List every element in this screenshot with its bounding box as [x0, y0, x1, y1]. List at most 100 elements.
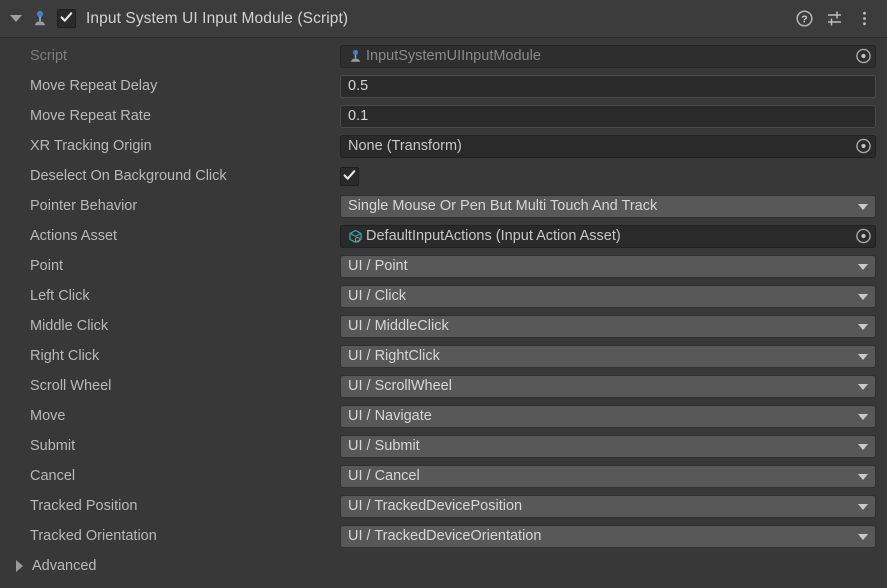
dropdown-left-click[interactable]: UI / Click	[340, 284, 876, 308]
chevron-down-icon[interactable]	[858, 534, 868, 540]
advanced-foldout-label: Advanced	[32, 558, 97, 574]
label-pointer-behavior: Pointer Behavior	[30, 198, 138, 214]
preset-sliders-icon[interactable]	[826, 10, 843, 27]
object-field-script: InputSystemUIInputModule	[340, 44, 876, 68]
dropdown-value-middle-click: UI / MiddleClick	[348, 318, 449, 334]
number-field-move-repeat-delay[interactable]: 0.5	[340, 74, 876, 98]
field-area-point: UI / Point	[340, 254, 887, 278]
dropdown-value-point: UI / Point	[348, 258, 408, 274]
label-tracked-position: Tracked Position	[30, 498, 138, 514]
checkmark-icon	[343, 169, 356, 180]
chevron-down-icon[interactable]	[858, 504, 868, 510]
dropdown-value-submit: UI / Submit	[348, 438, 420, 454]
dropdown-cancel[interactable]: UI / Cancel	[340, 464, 876, 488]
dropdown-submit[interactable]: UI / Submit	[340, 434, 876, 458]
dropdown-move[interactable]: UI / Navigate	[340, 404, 876, 428]
label-right-click: Right Click	[30, 348, 100, 364]
field-area-submit: UI / Submit	[340, 434, 887, 458]
label-tracked-orientation: Tracked Orientation	[30, 528, 157, 544]
field-area-cancel: UI / Cancel	[340, 464, 887, 488]
number-field-move-repeat-rate[interactable]: 0.1	[340, 104, 876, 128]
dropdown-middle-click[interactable]: UI / MiddleClick	[340, 314, 876, 338]
chevron-down-icon[interactable]	[858, 354, 868, 360]
field-area-left-click: UI / Click	[340, 284, 887, 308]
chevron-down-icon[interactable]	[858, 324, 868, 330]
input-module-joystick-icon	[34, 10, 46, 25]
component-title: Input System UI Input Module (Script)	[86, 9, 349, 27]
label-move-repeat-delay: Move Repeat Delay	[30, 78, 158, 94]
chevron-down-icon[interactable]	[858, 294, 868, 300]
script-joystick-icon	[350, 49, 361, 62]
row-pointer-behavior: Pointer Behavior Single Mouse Or Pen But …	[0, 191, 887, 221]
object-picker-icon[interactable]	[855, 138, 872, 155]
chevron-down-icon[interactable]	[858, 204, 868, 210]
advanced-foldout[interactable]: Advanced	[0, 551, 887, 581]
checkbox-deselect-on-background-click[interactable]	[340, 166, 359, 186]
row-point: Point UI / Point	[0, 251, 887, 281]
field-area-move-repeat-delay: 0.5	[340, 74, 887, 98]
field-area-right-click: UI / RightClick	[340, 344, 887, 368]
label-xr-tracking-origin: XR Tracking Origin	[30, 138, 152, 154]
dropdown-value-move: UI / Navigate	[348, 408, 432, 424]
dropdown-point[interactable]: UI / Point	[340, 254, 876, 278]
dropdown-tracked-orientation[interactable]: UI / TrackedDeviceOrientation	[340, 524, 876, 548]
label-middle-click: Middle Click	[30, 318, 109, 334]
label-actions-asset: Actions Asset	[30, 228, 118, 244]
chevron-down-icon[interactable]	[858, 264, 868, 270]
dropdown-right-click[interactable]: UI / RightClick	[340, 344, 876, 368]
help-question-icon[interactable]: ?	[796, 10, 813, 27]
label-left-click: Left Click	[30, 288, 90, 304]
dropdown-value-right-click: UI / RightClick	[348, 348, 440, 364]
row-tracked-position: Tracked Position UI / TrackedDevicePositi…	[0, 491, 887, 521]
row-scroll-wheel: Scroll Wheel UI / ScrollWheel	[0, 371, 887, 401]
component-enabled-checkbox[interactable]	[57, 9, 76, 28]
row-move-repeat-rate: Move Repeat Rate 0.1	[0, 101, 887, 131]
row-move-repeat-delay: Move Repeat Delay 0.5	[0, 71, 887, 101]
input-action-asset-icon	[349, 229, 362, 243]
object-field-value-actions-asset: DefaultInputActions (Input Action Asset)	[366, 228, 621, 244]
chevron-down-icon[interactable]	[858, 474, 868, 480]
label-scroll-wheel: Scroll Wheel	[30, 378, 112, 394]
object-field-actions-asset[interactable]: DefaultInputActions (Input Action Asset)	[340, 224, 876, 248]
field-area-actions-asset: DefaultInputActions (Input Action Asset)	[340, 224, 887, 248]
dropdown-scroll-wheel[interactable]: UI / ScrollWheel	[340, 374, 876, 398]
label-move-repeat-rate: Move Repeat Rate	[30, 108, 151, 124]
row-left-click: Left Click UI / Click	[0, 281, 887, 311]
label-script: Script	[30, 48, 68, 64]
row-move: Move UI / Navigate	[0, 401, 887, 431]
chevron-down-icon[interactable]	[858, 444, 868, 450]
field-area-xr-tracking-origin: None (Transform)	[340, 134, 887, 158]
field-area-tracked-position: UI / TrackedDevicePosition	[340, 494, 887, 518]
inspector-panel: Input System UI Input Module (Script) ? …	[0, 0, 887, 588]
label-point: Point	[30, 258, 64, 274]
checkmark-icon	[60, 12, 73, 22]
label-submit: Submit	[30, 438, 76, 454]
row-cancel: Cancel UI / Cancel	[0, 461, 887, 491]
triangle-right-icon[interactable]	[16, 560, 23, 572]
dropdown-value-pointer-behavior: Single Mouse Or Pen But Multi Touch And …	[348, 198, 658, 214]
dropdown-value-left-click: UI / Click	[348, 288, 406, 304]
dropdown-pointer-behavior[interactable]: Single Mouse Or Pen But Multi Touch And …	[340, 194, 876, 218]
row-script: Script InputSystemUIInputModule	[0, 41, 887, 71]
header-buttons: ?	[796, 10, 879, 27]
field-area-scroll-wheel: UI / ScrollWheel	[340, 374, 887, 398]
property-rows: Script InputSystemUIInputModule Move Repea…	[0, 38, 887, 551]
row-submit: Submit UI / Submit	[0, 431, 887, 461]
object-picker-icon[interactable]	[855, 48, 872, 65]
field-area-middle-click: UI / MiddleClick	[340, 314, 887, 338]
chevron-down-icon[interactable]	[858, 414, 868, 420]
row-tracked-orientation: Tracked Orientation UI / TrackedDeviceOri…	[0, 521, 887, 551]
dropdown-value-scroll-wheel: UI / ScrollWheel	[348, 378, 452, 394]
field-area-move: UI / Navigate	[340, 404, 887, 428]
label-deselect-on-background-click: Deselect On Background Click	[30, 168, 227, 184]
triangle-down-icon[interactable]	[10, 15, 22, 22]
dropdown-value-tracked-position: UI / TrackedDevicePosition	[348, 498, 523, 514]
chevron-down-icon[interactable]	[858, 384, 868, 390]
field-area-move-repeat-rate: 0.1	[340, 104, 887, 128]
object-picker-icon[interactable]	[855, 228, 872, 245]
component-header[interactable]: Input System UI Input Module (Script) ?	[0, 0, 887, 38]
field-area-deselect-on-background-click	[340, 166, 887, 186]
dropdown-tracked-position[interactable]: UI / TrackedDevicePosition	[340, 494, 876, 518]
kebab-menu-icon[interactable]	[856, 10, 873, 27]
object-field-xr-tracking-origin[interactable]: None (Transform)	[340, 134, 876, 158]
